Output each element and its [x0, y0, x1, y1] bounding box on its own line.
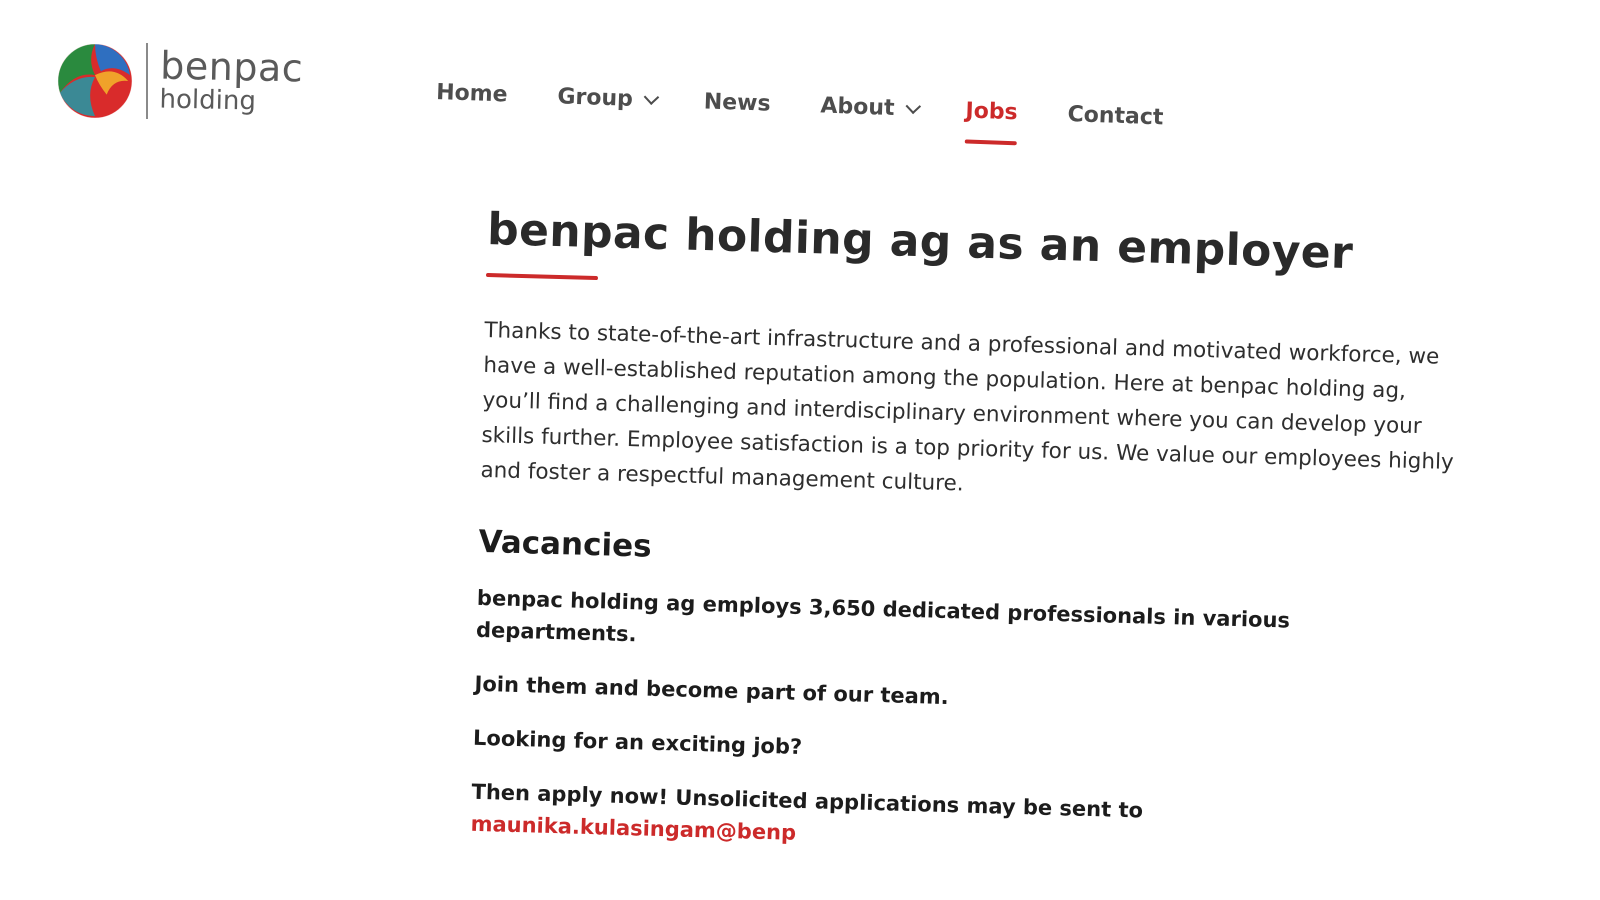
nav-item-label: News: [703, 89, 771, 117]
main-content: benpac holding ag as an employer Thanks …: [470, 204, 1477, 867]
nav-item-label: Contact: [1067, 102, 1164, 131]
nav-item-about[interactable]: About: [820, 93, 921, 131]
exciting-job-paragraph: Looking for an exciting job?: [472, 725, 803, 759]
logo-icon: [57, 43, 133, 119]
nav-item-label: Jobs: [965, 98, 1019, 126]
nav-item-news[interactable]: News: [703, 89, 771, 126]
nav-item-label: About: [820, 93, 895, 122]
employees-paragraph: benpac holding ag employs 3,650 dedicate…: [475, 585, 1291, 647]
logo-word-holding: holding: [159, 84, 257, 117]
logo-word-benpac: benpac: [159, 43, 304, 91]
logo-wordmark: benpac holding: [159, 43, 304, 117]
nav-item-label: Home: [435, 80, 508, 108]
application-email-link[interactable]: maunika.kulasingam@benp: [470, 812, 796, 845]
page-title: benpac holding ag as an employer: [486, 204, 1354, 280]
page: benpac holding Home Group News About Job…: [0, 0, 1600, 900]
chevron-down-icon: [905, 98, 921, 115]
nav-item-label: Group: [557, 84, 634, 112]
title-underline: [485, 272, 599, 281]
main-nav: Home Group News About Jobs Contact: [435, 80, 1164, 140]
intro-paragraph: Thanks to state-of-the-art infrastructur…: [480, 317, 1455, 497]
logo-divider: [146, 43, 148, 119]
nav-item-jobs[interactable]: Jobs: [965, 98, 1018, 135]
chevron-down-icon: [643, 89, 660, 105]
join-team-paragraph: Join them and become part of our team.: [474, 671, 950, 710]
nav-item-contact[interactable]: Contact: [1067, 102, 1164, 140]
logo-link[interactable]: benpac holding: [56, 42, 304, 120]
vacancies-heading: Vacancies: [478, 523, 653, 565]
apply-paragraph: Then apply now! Unsolicited applications…: [470, 776, 1311, 863]
nav-item-home[interactable]: Home: [435, 80, 508, 117]
nav-item-group[interactable]: Group: [557, 84, 660, 122]
